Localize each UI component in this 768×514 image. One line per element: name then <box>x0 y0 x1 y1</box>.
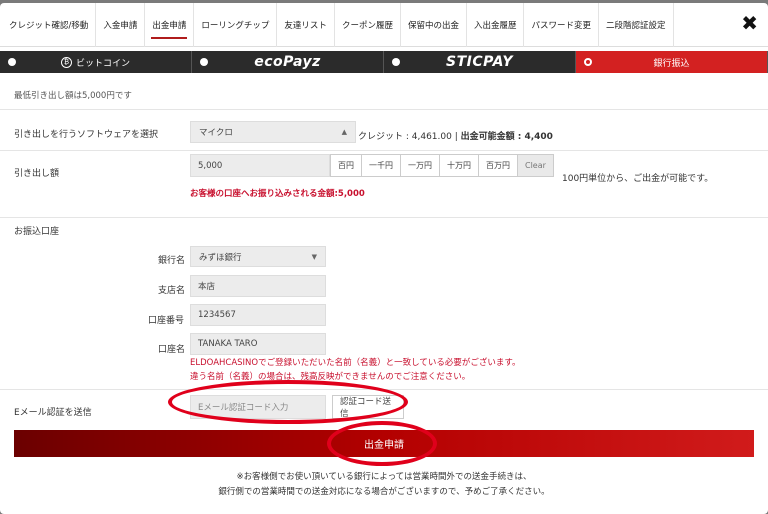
tab-friend-list[interactable]: 友達リスト <box>277 3 335 47</box>
available-amount: 出金可能金額 : 4,400 <box>460 132 553 142</box>
amount-label: 引き出し額 <box>14 169 60 179</box>
branch-label: 支店名 <box>158 286 186 296</box>
unit-note: 100円単位から、ご出金が可能です。 <box>562 174 714 184</box>
sticpay-logo: STICPAY <box>446 54 513 70</box>
tab-transaction-history[interactable]: 入出金履歴 <box>467 3 525 47</box>
account-number-label: 口座番号 <box>148 316 185 326</box>
submit-label: 出金申請 <box>364 440 404 451</box>
send-code-button[interactable]: 認証コード送信 <box>332 395 404 419</box>
transfer-amount: お客様の口座へお振り込みされる金額:5,000 <box>190 187 365 199</box>
add-thousand-button[interactable]: 一千円 <box>361 154 401 177</box>
payment-bitcoin[interactable]: ₿ ビットコイン <box>0 51 192 73</box>
tab-rolling-chip[interactable]: ローリングチップ <box>194 3 278 47</box>
ecopayz-logo: ecoPayz <box>254 54 321 70</box>
account-name-label: 口座名 <box>158 345 186 355</box>
bank-name-select[interactable]: みずほ銀行 ▼ <box>190 246 326 267</box>
divider <box>0 389 768 390</box>
email-code-input[interactable]: Eメール認証コード入力 <box>190 395 326 419</box>
email-auth-label: Eメール認証を送信 <box>14 408 92 418</box>
software-select[interactable]: マイクロ ▲ <box>190 121 356 143</box>
radio-icon <box>392 58 400 66</box>
add-hundred-thousand-button[interactable]: 十万円 <box>439 154 479 177</box>
withdrawal-modal: クレジット確認/移動 入金申請 出金申請 ローリングチップ 友達リスト クーポン… <box>0 3 768 514</box>
add-hundred-button[interactable]: 百円 <box>330 154 362 177</box>
amount-input[interactable]: 5,000 <box>190 154 330 177</box>
payment-method-bar: ₿ ビットコイン ecoPayz STICPAY 銀行振込 <box>0 51 768 73</box>
add-million-button[interactable]: 百万円 <box>478 154 518 177</box>
software-label: 引き出しを行うソフトウェアを選択 <box>14 130 159 140</box>
divider <box>0 217 768 218</box>
transfer-amount-label: お客様の口座へお振り込みされる金額: <box>190 189 338 199</box>
bank-name-label: 銀行名 <box>158 256 186 266</box>
credit-info: クレジット : 4,461.00 | 出金可能金額 : 4,400 <box>358 129 553 142</box>
tab-withdrawal[interactable]: 出金申請 <box>145 3 195 47</box>
footer-note-line2: 銀行側での営業時間での送金対応になる場合がございますので、予めご了承ください。 <box>218 487 550 497</box>
radio-icon <box>200 58 208 66</box>
payment-bank-label: 銀行振込 <box>653 58 690 69</box>
submit-withdrawal-button[interactable]: 出金申請 <box>14 430 754 457</box>
branch-input[interactable]: 本店 <box>190 275 326 297</box>
account-number-input[interactable]: 1234567 <box>190 304 326 326</box>
name-match-warning: ELDOAHCASINOでご登録いただいた名前（名義）と一致している必要がござい… <box>190 358 521 368</box>
bank-name-value: みずほ銀行 <box>199 252 242 263</box>
tab-coupon-history[interactable]: クーポン履歴 <box>335 3 401 47</box>
tab-two-factor[interactable]: 二段階認証設定 <box>599 3 674 47</box>
footer-note-line1: ※お客様側でお使い頂いている銀行によっては営業時間外での送金手続きは、 <box>236 472 532 482</box>
divider <box>0 109 768 110</box>
tab-credit-check[interactable]: クレジット確認/移動 <box>2 3 97 47</box>
transfer-amount-value: 5,000 <box>337 189 365 199</box>
tab-password-change[interactable]: パスワード変更 <box>524 3 599 47</box>
min-withdrawal-note: 最低引き出し額は5,000円です <box>14 91 132 101</box>
payment-ecopayz[interactable]: ecoPayz <box>192 51 384 73</box>
bank-section-label: お振込口座 <box>14 227 60 237</box>
radio-selected-icon <box>584 58 592 66</box>
caret-up-icon: ▲ <box>341 128 347 136</box>
name-mismatch-warning: 違う名前（名義）の場合は、残高反映ができませんのでご注意ください。 <box>190 372 471 382</box>
radio-icon <box>8 58 16 66</box>
amount-buttons: 百円 一千円 一万円 十万円 百万円 Clear <box>330 154 554 177</box>
account-name-input[interactable]: TANAKA TARO <box>190 333 326 355</box>
payment-sticpay[interactable]: STICPAY <box>384 51 576 73</box>
caret-down-icon: ▼ <box>311 252 317 261</box>
credit-balance: クレジット : 4,461.00 | <box>358 132 461 142</box>
close-icon[interactable]: ✖ <box>741 13 758 33</box>
software-selected-value: マイクロ <box>199 128 233 138</box>
clear-button[interactable]: Clear <box>517 154 554 177</box>
tab-pending-withdrawal[interactable]: 保留中の出金 <box>401 3 467 47</box>
tab-bar: クレジット確認/移動 入金申請 出金申請 ローリングチップ 友達リスト クーポン… <box>0 3 768 47</box>
divider <box>0 150 768 151</box>
bitcoin-icon: ₿ <box>60 56 72 68</box>
tab-deposit[interactable]: 入金申請 <box>96 3 146 47</box>
payment-bank-transfer[interactable]: 銀行振込 <box>576 51 768 73</box>
payment-bitcoin-label: ビットコイン <box>75 58 130 69</box>
add-ten-thousand-button[interactable]: 一万円 <box>400 154 440 177</box>
